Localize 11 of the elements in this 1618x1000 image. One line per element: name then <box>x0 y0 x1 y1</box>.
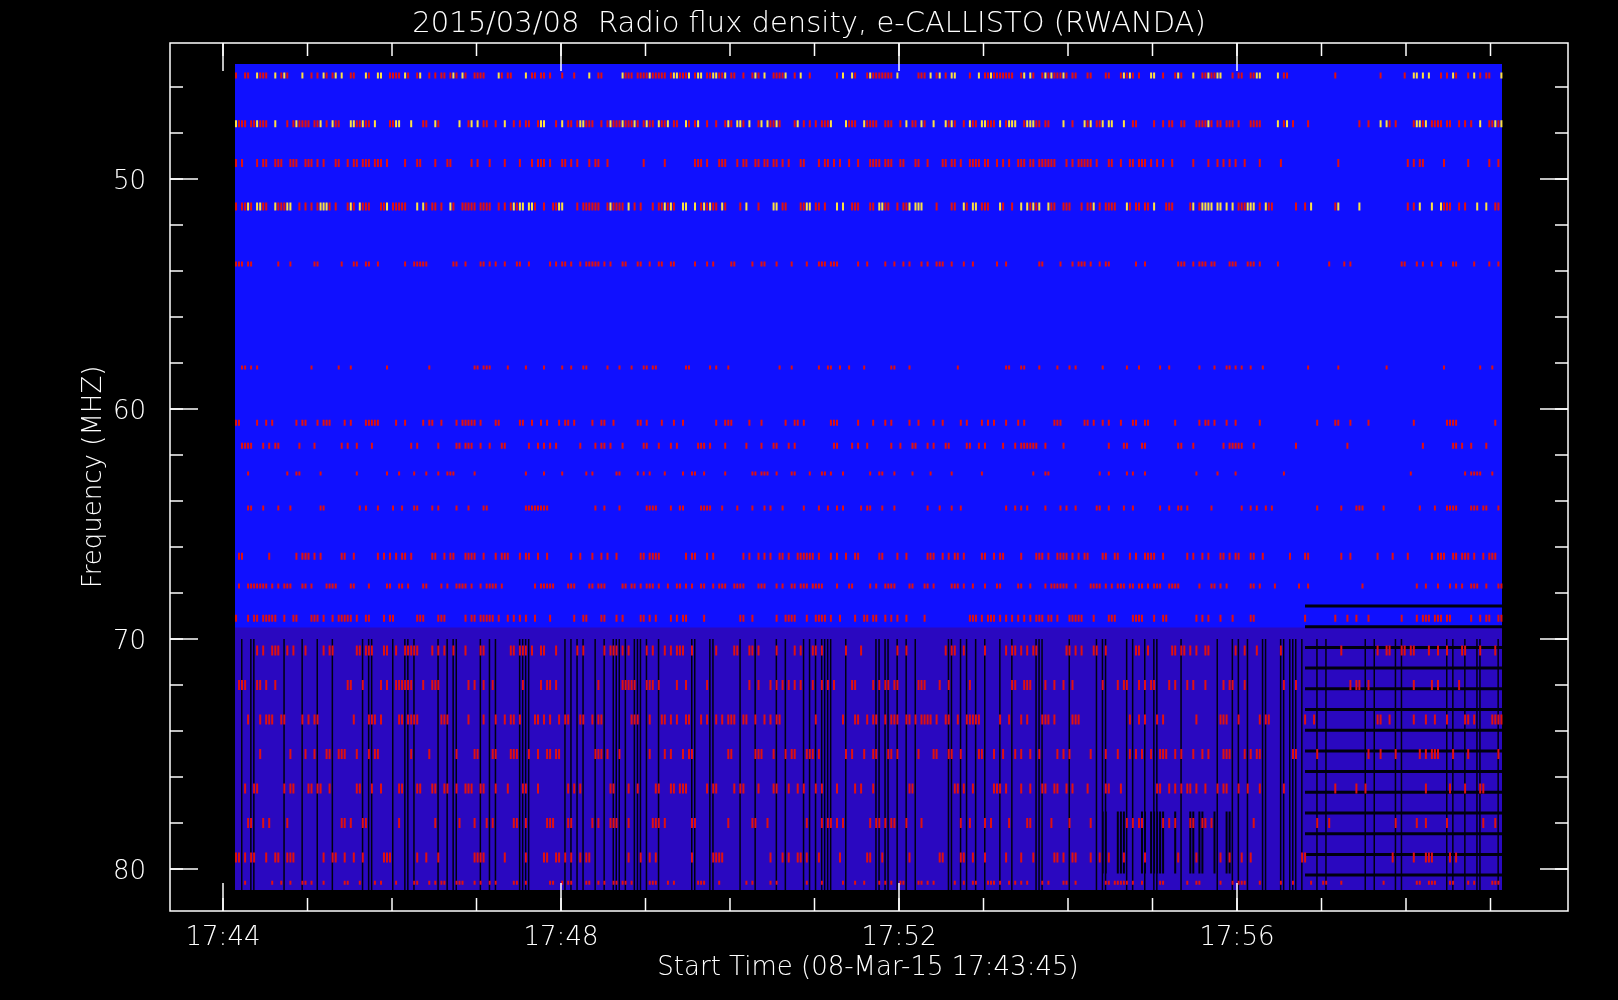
x-tick-label: 17:56 <box>1199 921 1275 951</box>
plot-title: 2015/03/08 Radio flux density, e-CALLISTO (RWANDA) <box>412 5 1206 39</box>
y-tick-label: 50 <box>112 165 146 195</box>
y-tick-label: 70 <box>112 625 146 655</box>
x-tick-label: 17:52 <box>861 921 937 951</box>
x-tick-label: 17:44 <box>185 921 261 951</box>
x-tick-label: 17:48 <box>523 921 599 951</box>
y-tick-label: 80 <box>112 855 146 885</box>
x-axis-label: Start Time (08-Mar-15 17:43:45) <box>657 951 1079 981</box>
y-tick-label: 60 <box>112 395 146 425</box>
y-axis-label: Frequency (MHZ) <box>77 365 107 589</box>
